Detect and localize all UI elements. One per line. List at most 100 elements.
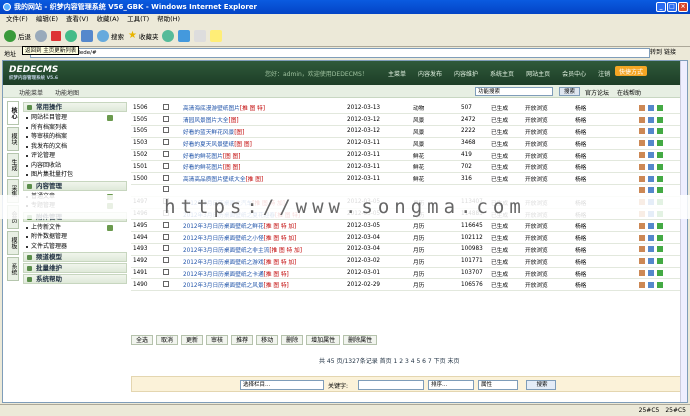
delete-icon[interactable]	[657, 140, 663, 147]
delete-button[interactable]: 删除	[281, 335, 304, 345]
refresh-icon[interactable]	[65, 29, 77, 42]
nav-main-menu[interactable]: 主菜单	[385, 68, 409, 79]
sort-select[interactable]: 排序...	[428, 380, 474, 390]
row-checkbox[interactable]	[163, 139, 169, 146]
view-icon[interactable]	[648, 116, 654, 123]
edit-icon[interactable]	[639, 140, 645, 147]
sidebar-item[interactable]: 内容回收站	[23, 161, 127, 171]
row-checkbox[interactable]	[163, 245, 169, 252]
delete-icon[interactable]	[657, 246, 663, 253]
row-title-link[interactable]: 2012年3月日历桌面壁纸之鲜花	[183, 224, 264, 230]
delete-icon[interactable]	[657, 281, 663, 288]
vertical-scrollbar[interactable]	[680, 61, 687, 402]
cancel-button[interactable]: 取消	[156, 335, 179, 345]
vtab-generate[interactable]: 生成	[7, 153, 19, 177]
view-icon[interactable]	[648, 270, 654, 277]
forward-arrow-icon[interactable]	[35, 29, 47, 42]
delete-icon[interactable]	[657, 175, 663, 182]
edit-icon[interactable]	[639, 163, 645, 170]
row-checkbox[interactable]	[163, 280, 169, 287]
row-title-link[interactable]: 好看的鲜花图片	[183, 165, 223, 171]
sidebar-item[interactable]: 等审核的档案	[23, 132, 127, 142]
sidebar-item[interactable]: 评论管理	[23, 151, 127, 161]
table-row[interactable]: 1500 高清高品质图片壁纸大全[推 图] 2012-03-11 鲜花 316 已生成 开放…	[131, 172, 687, 186]
row-checkbox[interactable]	[163, 257, 169, 264]
delete-icon[interactable]	[657, 152, 663, 159]
row-title-link[interactable]: 高清高品质图片壁纸大全	[183, 177, 246, 183]
edit-icon[interactable]	[639, 104, 645, 111]
row-checkbox[interactable]	[163, 269, 169, 276]
row-checkbox[interactable]	[163, 103, 169, 110]
minimize-button[interactable]: _	[656, 2, 666, 12]
nav-system-home[interactable]: 系统主页	[487, 68, 517, 79]
table-row[interactable]: 1494 2012年3月日历桌面壁纸之小怪[推 图 特 加] 2012-03-04 月…	[131, 231, 687, 245]
table-row[interactable]: 1503 好看的夏天风景壁纸[图 图] 2012-03-11 风景 3468 已生成 开放浏…	[131, 137, 687, 150]
sidebar-section-title[interactable]: 批量维护	[23, 263, 127, 273]
function-search-input[interactable]: 功能搜索	[475, 87, 553, 96]
move-button[interactable]: 移动	[256, 335, 279, 345]
sidebar-item[interactable]: 附件数据管理	[23, 232, 127, 242]
sidebar-section-title[interactable]: 内容管理	[23, 180, 127, 191]
table-row[interactable]: 1506 高清海底漫游壁纸图片[推 图 特] 2012-03-13 动物 507 已生成开…	[131, 102, 687, 115]
row-checkbox[interactable]	[163, 233, 169, 240]
sidebar-item[interactable]: 所有档案列表	[23, 123, 127, 133]
edit-icon[interactable]	[639, 187, 645, 194]
row-title-link[interactable]: 2012年3月日历桌面壁纸之卡通	[183, 272, 264, 278]
vtab-core[interactable]: 核心	[7, 101, 19, 125]
view-icon[interactable]	[648, 128, 654, 135]
table-row[interactable]: 1501 好看的鲜花图片[图 图] 2012-03-11 鲜花 702 已生成 开放浏览 杨格	[131, 160, 687, 174]
delete-icon[interactable]	[657, 270, 663, 277]
nav-maintain[interactable]: 内容维护	[451, 68, 481, 79]
delete-icon[interactable]	[657, 128, 663, 135]
function-map-link[interactable]: 功能地图	[55, 88, 79, 97]
function-menu-link[interactable]: 功能菜单	[19, 88, 43, 97]
nav-publish[interactable]: 内容发布	[415, 68, 445, 79]
search-button[interactable]: 搜索	[97, 29, 124, 42]
add-icon[interactable]	[107, 115, 113, 121]
row-title-link[interactable]: 2012年3月日历桌面壁纸之风景	[183, 283, 264, 289]
row-title-link[interactable]: 2012年3月日历桌面壁纸之非主流	[183, 248, 269, 254]
forum-link[interactable]: 官方论坛	[585, 88, 609, 97]
add-attr-button[interactable]: 增加属性	[306, 335, 341, 345]
edit-icon[interactable]	[639, 152, 645, 159]
view-icon[interactable]	[648, 246, 654, 253]
recommend-button[interactable]: 推荐	[231, 335, 254, 345]
help-link[interactable]: 在线帮助	[617, 88, 641, 97]
add-icon[interactable]	[107, 224, 113, 231]
row-checkbox[interactable]	[163, 162, 169, 169]
delete-icon[interactable]	[657, 222, 663, 229]
view-icon[interactable]	[648, 222, 654, 229]
delete-icon[interactable]	[657, 163, 663, 170]
view-icon[interactable]	[648, 187, 654, 194]
table-row[interactable]: 1493 2012年3月日历桌面壁纸之非主流[推 图 特 加] 2012-03-04…	[131, 243, 687, 256]
vtab-template[interactable]: 模板	[7, 231, 19, 255]
table-row[interactable]: 1505 好看的蓝天鲜花风景[图] 2012-03-12 风景 2222 已生成 开放浏览杨…	[131, 125, 687, 138]
row-title-link[interactable]: 2012年3月日历桌面壁纸之游戏	[183, 260, 264, 266]
row-checkbox[interactable]	[163, 115, 169, 122]
table-row[interactable]: 1491 2012年3月日历桌面壁纸之卡通[推 图 特] 2012-03-01 月历 1…	[131, 267, 687, 280]
row-title-link[interactable]: 2012年3月日历桌面壁纸之小怪	[183, 236, 264, 242]
home-icon[interactable]	[81, 29, 93, 42]
sidebar-item[interactable]: 文件式管理器	[23, 242, 127, 252]
view-icon[interactable]	[648, 163, 654, 170]
nav-member[interactable]: 会员中心	[559, 68, 589, 79]
view-icon[interactable]	[648, 104, 654, 111]
sidebar-item[interactable]: 网站栏目管理	[23, 113, 127, 123]
table-row[interactable]: 1505 清园风景图片大全[图] 2012-03-12 风景 2472 已生成 开放浏览 杨格	[131, 113, 687, 127]
edit-icon[interactable]	[639, 234, 645, 241]
row-checkbox[interactable]	[163, 127, 169, 134]
view-icon[interactable]	[648, 281, 654, 288]
row-title-link[interactable]: 好看的蓝天鲜花风景	[183, 130, 234, 136]
print-icon[interactable]	[194, 29, 207, 42]
update-button[interactable]: 更新	[181, 335, 204, 345]
view-icon[interactable]	[648, 175, 654, 182]
sidebar-section-title[interactable]: 系统帮助	[23, 274, 127, 284]
edit-icon[interactable]	[639, 270, 645, 277]
edit-icon[interactable]	[639, 175, 645, 182]
row-checkbox[interactable]	[163, 221, 169, 228]
function-search-button[interactable]: 搜索	[559, 87, 581, 96]
nav-site-home[interactable]: 网站主页	[523, 68, 553, 79]
back-button[interactable]: 后退	[4, 29, 31, 42]
row-checkbox[interactable]	[163, 186, 169, 193]
menu-favorites[interactable]: 收藏(A)	[97, 14, 120, 25]
